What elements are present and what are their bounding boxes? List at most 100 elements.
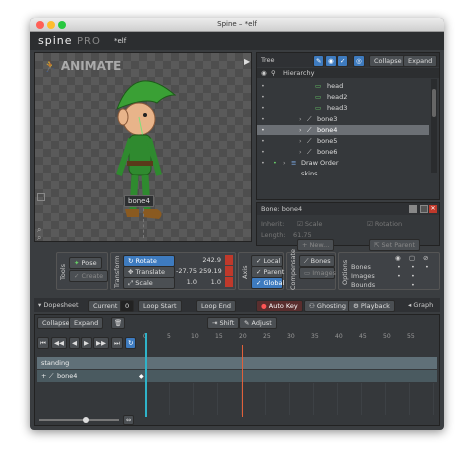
zoom-fit-icon[interactable] <box>37 193 45 201</box>
option-toggle-dot[interactable]: • <box>397 263 401 271</box>
shape-icon[interactable]: ◉ <box>325 55 337 67</box>
auto-key-button[interactable]: ● Auto Key <box>256 300 303 312</box>
scale-x-value[interactable]: 1.0 <box>175 278 197 286</box>
bone-icon: ⟋ <box>307 115 312 123</box>
magnifier-icon[interactable]: ⌕ <box>37 233 41 243</box>
visibility-dot-icon[interactable]: • <box>261 92 265 102</box>
collapse-button[interactable]: Collapse <box>369 55 407 67</box>
scrollbar-thumb[interactable] <box>432 89 436 117</box>
keyframe-icon[interactable]: ◆ <box>139 373 144 380</box>
loop-end-marker[interactable] <box>242 345 243 417</box>
play-backward-icon[interactable]: ◀ <box>69 337 80 349</box>
tree-item[interactable]: • › ⟋ bone3 <box>257 114 429 124</box>
dope-expand-button[interactable]: Expand <box>69 317 104 329</box>
pin-icon[interactable]: ✓ <box>337 55 349 67</box>
expand-button[interactable]: Expand <box>403 55 438 67</box>
new-button[interactable]: + New... <box>297 239 335 251</box>
bone-track-row[interactable]: + ⟋ bone4 ◆ <box>37 370 437 382</box>
play-forward-icon[interactable]: ▶ <box>81 337 92 349</box>
loop-icon[interactable]: ↻ <box>125 337 137 349</box>
last-frame-icon[interactable]: ⏭ <box>111 337 123 349</box>
global-axis-button[interactable]: ✓ Global <box>251 277 284 289</box>
loop-end-button[interactable]: Loop End <box>196 300 237 312</box>
first-frame-icon[interactable]: ⏮ <box>37 337 49 349</box>
zoom-thumb[interactable] <box>83 417 89 423</box>
rotation-inherit-checkbox[interactable]: ☑ Rotation <box>367 220 402 228</box>
scale-inherit-checkbox[interactable]: ☑ Scale <box>297 220 322 228</box>
playhead[interactable] <box>145 333 147 417</box>
tree-scrollbar[interactable] <box>431 79 437 173</box>
trash-icon[interactable]: 🗑 <box>111 317 126 329</box>
tree-item[interactable]: skins <box>257 169 429 175</box>
visibility-dot-icon[interactable]: • <box>261 103 265 113</box>
chevron-right-icon[interactable]: › <box>299 147 302 157</box>
option-toggle-dot[interactable]: • <box>411 272 415 280</box>
animation-viewport[interactable]: 🏃 ANIMATE ▶ ⌕ ⌕ <box>34 52 252 242</box>
settings-icon[interactable] <box>420 205 428 213</box>
compensate-images-button[interactable]: ▭ Images <box>299 267 336 279</box>
visibility-dot-icon[interactable]: • <box>261 158 265 168</box>
visibility-dot-icon[interactable]: • <box>261 136 265 146</box>
delete-icon[interactable]: ✕ <box>429 205 437 213</box>
tree-item[interactable]: • ▭ head2 <box>257 92 429 102</box>
tree-item[interactable]: • ▭ head3 <box>257 103 429 113</box>
transform-group-label: Transform <box>113 255 121 289</box>
check-icon: ✓ <box>256 279 262 287</box>
rotate-key-icon[interactable] <box>225 255 233 265</box>
current-frame-input[interactable]: 0 <box>120 300 135 312</box>
loop-start-button[interactable]: Loop Start <box>138 300 182 312</box>
scale-key-icon[interactable] <box>225 277 233 287</box>
focus-icon[interactable]: ◎ <box>353 55 365 67</box>
prev-key-icon[interactable]: ◀◀ <box>51 337 67 349</box>
option-toggle-dot[interactable]: • <box>411 281 415 289</box>
zoom-slider[interactable] <box>39 417 119 423</box>
animation-row[interactable]: standing <box>37 357 437 369</box>
fit-timeline-icon[interactable]: ⇔ <box>123 415 135 425</box>
option-toggle-dot[interactable]: • <box>411 263 415 271</box>
chevron-right-icon[interactable]: › <box>299 114 302 124</box>
option-toggle-dot[interactable]: • <box>425 263 429 271</box>
compensate-group-label: Compensate <box>289 248 297 290</box>
playback-button[interactable]: ⚙ Playback <box>348 300 395 312</box>
scale-y-value[interactable]: 1.0 <box>199 278 221 286</box>
tree-item[interactable]: • • › ≡ Draw Order <box>257 158 429 168</box>
translate-key-icon[interactable] <box>225 266 233 276</box>
bone-props-title: Bone: bone4 <box>261 205 303 213</box>
pose-button[interactable]: ✦ Pose <box>69 257 102 269</box>
parent-label: Parent <box>263 268 285 276</box>
tree-item[interactable]: • ▭ head <box>257 81 429 91</box>
translate-y-value[interactable]: 259.19 <box>199 267 222 275</box>
ghosting-button[interactable]: ⚇ Ghosting <box>304 300 352 312</box>
graph-toggle[interactable]: ◂ Graph <box>408 301 433 309</box>
chevron-right-icon[interactable]: › <box>299 136 302 146</box>
expand-track-icon[interactable]: + <box>41 372 46 380</box>
timeline-ruler[interactable]: 0 5 10 15 20 25 30 35 40 45 50 55 <box>143 333 439 355</box>
adjust-button[interactable]: ✎ Adjust <box>239 317 277 329</box>
visibility-dot-icon[interactable]: • <box>261 114 265 124</box>
tree-item-selected[interactable]: • › ⟋ bone4 <box>257 125 429 135</box>
scale-button[interactable]: ⤢ Scale <box>123 277 175 289</box>
option-toggle-dot[interactable]: • <box>397 272 401 280</box>
dopesheet-title[interactable]: ▾ Dopesheet <box>38 301 79 309</box>
play-icon[interactable]: ▶ <box>244 57 250 66</box>
compensate-bones-button[interactable]: ⟋ Bones <box>299 255 335 267</box>
tree-item[interactable]: • › ⟋ bone6 <box>257 147 429 157</box>
create-button[interactable]: ✓ Create <box>69 270 109 282</box>
next-key-icon[interactable]: ▶▶ <box>93 337 109 349</box>
chevron-right-icon[interactable]: › <box>283 158 286 168</box>
tree-item[interactable]: • › ⟋ bone5 <box>257 136 429 146</box>
shift-button[interactable]: ⇥ Shift <box>207 317 240 329</box>
set-parent-button[interactable]: ⇱ Set Parent <box>369 239 421 251</box>
key-icon: ⚲ <box>271 69 276 77</box>
rotate-value[interactable]: 242.9 <box>197 256 221 264</box>
length-value[interactable]: 61.75 <box>293 231 312 239</box>
visibility-dot-icon[interactable]: • <box>261 125 265 135</box>
visibility-dot-icon[interactable]: • <box>261 147 265 157</box>
edit-icon[interactable]: ✎ <box>313 55 325 67</box>
visibility-dot-icon[interactable]: • <box>261 81 265 91</box>
frame-tick: 45 <box>359 333 367 340</box>
color-swatch[interactable] <box>409 205 417 213</box>
timeline-grid[interactable] <box>145 383 437 415</box>
translate-x-value[interactable]: -27.75 <box>175 267 197 275</box>
chevron-right-icon[interactable]: › <box>299 125 302 135</box>
